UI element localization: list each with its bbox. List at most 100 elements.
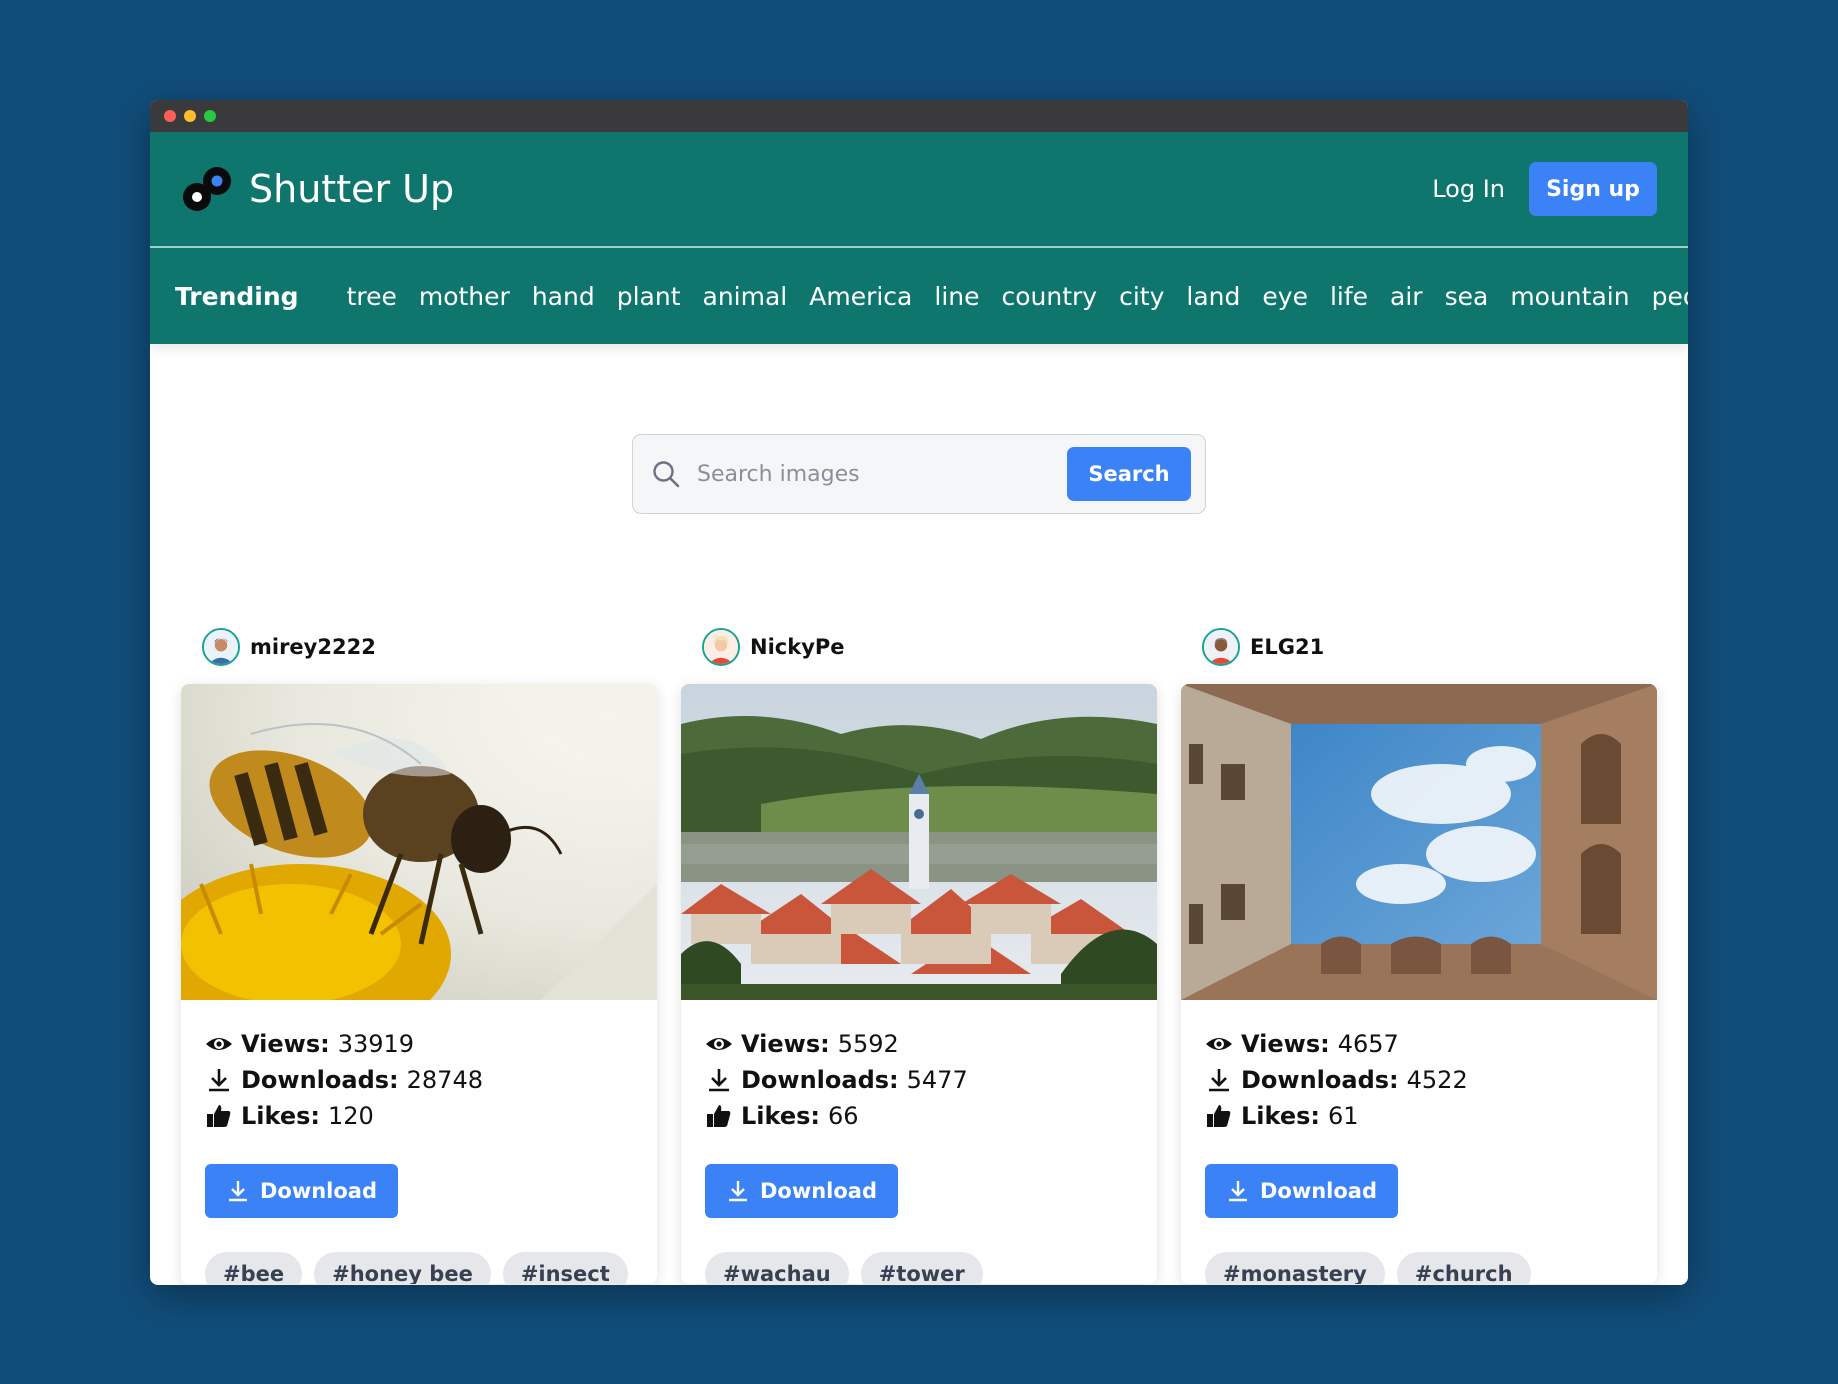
views-stat: Views: 5592 [705, 1026, 1133, 1062]
eye-icon [206, 1038, 232, 1050]
likes-value: 120 [328, 1102, 374, 1130]
avatar [202, 628, 240, 666]
card-author[interactable]: NickyPe [702, 624, 1157, 670]
download-icon [1209, 1069, 1229, 1092]
trending-tag[interactable]: people [1652, 282, 1688, 311]
likes-label: Likes: [741, 1102, 820, 1130]
views-stat: Views: 4657 [1205, 1026, 1633, 1062]
tag-chip[interactable]: #wachau [705, 1252, 849, 1284]
signup-button[interactable]: Sign up [1529, 162, 1657, 216]
downloads-stat: Downloads: 28748 [205, 1062, 633, 1098]
tag-chip[interactable]: #church [1396, 1252, 1531, 1284]
bee-photo[interactable] [181, 684, 657, 1000]
likes-value: 66 [828, 1102, 859, 1130]
trending-tag[interactable]: line [934, 282, 979, 311]
card-stats: Views: 5592 Downloads: 5477 Likes: 66 [681, 1000, 1157, 1134]
close-window-dot[interactable] [164, 110, 176, 122]
card-stats: Views: 4657 Downloads: 4522 Likes: 61 [1181, 1000, 1657, 1134]
trending-tag[interactable]: land [1186, 282, 1240, 311]
login-link[interactable]: Log In [1432, 175, 1505, 203]
trending-tag[interactable]: sea [1445, 282, 1489, 311]
downloads-value: 28748 [406, 1066, 483, 1094]
brand-logo-icon [183, 167, 231, 211]
download-icon [228, 1181, 247, 1202]
views-value: 4657 [1337, 1030, 1399, 1058]
download-button[interactable]: Download [1205, 1164, 1398, 1218]
search-button[interactable]: Search [1067, 447, 1191, 501]
trending-tag[interactable]: hand [532, 282, 595, 311]
download-button-label: Download [259, 1179, 378, 1203]
likes-stat: Likes: 61 [1205, 1098, 1633, 1134]
image-card: ELG21 Views: 4657 Downloads: 4522 Likes:… [1181, 624, 1657, 1284]
trending-tag[interactable]: air [1390, 282, 1423, 311]
views-label: Views: [1241, 1030, 1330, 1058]
downloads-stat: Downloads: 5477 [705, 1062, 1133, 1098]
trending-tag[interactable]: country [1002, 282, 1098, 311]
eye-icon [706, 1038, 732, 1050]
trending-tag[interactable]: city [1119, 282, 1164, 311]
trending-tag[interactable]: tree [347, 282, 397, 311]
card-body: Views: 4657 Downloads: 4522 Likes: 61 Do… [1181, 684, 1657, 1284]
tag-chip[interactable]: #monastery [1205, 1252, 1385, 1284]
download-icon [709, 1069, 729, 1092]
trending-tag[interactable]: America [809, 282, 912, 311]
browser-window: Shutter Up Log In Sign up Trending tree … [150, 100, 1688, 1285]
maximize-window-dot[interactable] [204, 110, 216, 122]
views-value: 33919 [337, 1030, 415, 1058]
tag-chips: #monastery #church [1205, 1252, 1657, 1284]
trending-bar: Trending tree mother hand plant animal A… [150, 248, 1688, 344]
trending-tag[interactable]: mountain [1510, 282, 1629, 311]
tag-chip[interactable]: #insect [502, 1252, 628, 1284]
download-button[interactable]: Download [705, 1164, 898, 1218]
search-icon [653, 461, 680, 488]
card-body: Views: 5592 Downloads: 5477 Likes: 66 Do… [681, 684, 1157, 1284]
search-bar: Search [632, 434, 1206, 514]
downloads-value: 4522 [1406, 1066, 1468, 1094]
site-header: Shutter Up Log In Sign up [150, 132, 1688, 248]
likes-label: Likes: [241, 1102, 320, 1130]
image-card: NickyPe Views: 5592 Downloads: 5477 Like… [681, 624, 1157, 1284]
likes-stat: Likes: 66 [705, 1098, 1133, 1134]
thumbs-up-icon [1207, 1105, 1231, 1127]
author-name: ELG21 [1250, 635, 1325, 659]
thumbs-up-icon [707, 1105, 731, 1127]
tag-chips: #bee #honey bee #insect [205, 1252, 657, 1284]
tag-chip[interactable]: #honey bee [314, 1252, 491, 1284]
download-button-label: Download [759, 1179, 878, 1203]
thumbs-up-icon [207, 1105, 231, 1127]
brand[interactable]: Shutter Up [181, 163, 454, 215]
downloads-stat: Downloads: 4522 [1205, 1062, 1633, 1098]
courtyard-photo[interactable] [1181, 684, 1657, 1000]
trending-tag[interactable]: mother [419, 282, 510, 311]
trending-tag[interactable]: animal [703, 282, 788, 311]
author-name: mirey2222 [250, 635, 376, 659]
likes-stat: Likes: 120 [205, 1098, 633, 1134]
author-name: NickyPe [750, 635, 845, 659]
downloads-label: Downloads: [1241, 1066, 1399, 1094]
trending-tag[interactable]: life [1330, 282, 1368, 311]
download-icon [209, 1069, 229, 1092]
card-stats: Views: 33919 Downloads: 28748 Likes: 120 [181, 1000, 657, 1134]
village-photo[interactable] [681, 684, 1157, 1000]
minimize-window-dot[interactable] [184, 110, 196, 122]
views-label: Views: [241, 1030, 330, 1058]
card-body: Views: 33919 Downloads: 28748 Likes: 120… [181, 684, 657, 1284]
trending-tag[interactable]: plant [617, 282, 681, 311]
downloads-value: 5477 [906, 1066, 968, 1094]
likes-label: Likes: [1241, 1102, 1320, 1130]
card-author[interactable]: ELG21 [1202, 624, 1657, 670]
trending-tag[interactable]: eye [1262, 282, 1308, 311]
search-input[interactable] [695, 460, 1067, 488]
likes-value: 61 [1328, 1102, 1359, 1130]
download-button-label: Download [1259, 1179, 1378, 1203]
tag-chip[interactable]: #bee [205, 1252, 303, 1284]
card-author[interactable]: mirey2222 [202, 624, 657, 670]
tag-chip[interactable]: #tower [860, 1252, 983, 1284]
download-icon [728, 1181, 747, 1202]
tag-chips: #wachau #tower [705, 1252, 1157, 1284]
avatar [702, 628, 740, 666]
brand-name: Shutter Up [249, 167, 455, 211]
downloads-label: Downloads: [241, 1066, 399, 1094]
trending-tags: tree mother hand plant animal America li… [347, 282, 1688, 311]
download-button[interactable]: Download [205, 1164, 398, 1218]
